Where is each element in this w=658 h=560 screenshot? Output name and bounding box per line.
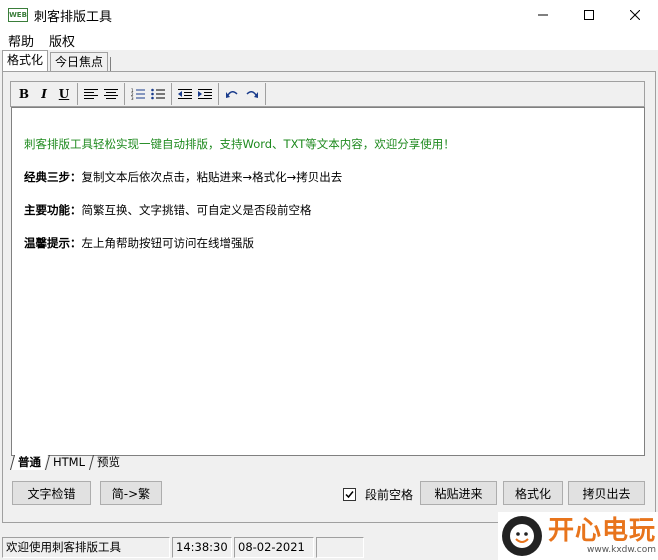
line-label: 温馨提示： [24, 236, 82, 250]
text-style-group: B I U [11, 83, 78, 105]
align-group [78, 83, 125, 105]
convert-trad-button[interactable]: 简->繁 [100, 481, 162, 505]
tab-preview-label: 预览 [97, 455, 121, 469]
spellcheck-button[interactable]: 文字检错 [12, 481, 91, 505]
tab-normal-label: 普通 [18, 455, 41, 469]
status-time: 14:38:30 [172, 537, 232, 558]
svg-text:3: 3 [131, 96, 134, 100]
underline-icon: U [58, 87, 70, 101]
italic-button[interactable]: I [34, 84, 54, 104]
tab-separator [110, 57, 112, 71]
tab-preview[interactable]: 预览 [89, 455, 128, 470]
history-group [219, 83, 266, 105]
bold-button[interactable]: B [14, 84, 34, 104]
underline-button[interactable]: U [54, 84, 74, 104]
close-icon [630, 10, 640, 20]
align-left-icon [84, 89, 98, 99]
minimize-button[interactable] [520, 0, 566, 30]
italic-icon: I [41, 87, 47, 101]
intro-text: 刺客排版工具轻松实现一键自动排版，支持Word、TXT等文本内容，欢迎分享使用！ [24, 137, 455, 151]
status-date: 08-02-2021 [234, 537, 314, 558]
indent-checkbox-label: 段前空格 [365, 488, 414, 502]
watermark-brand: 开心电玩 [548, 516, 657, 546]
align-center-icon [104, 89, 118, 99]
view-tabs: 普通 HTML 预览 [9, 455, 128, 471]
maximize-button[interactable] [566, 0, 612, 30]
status-empty [316, 537, 364, 558]
bold-icon: B [18, 87, 30, 101]
bullet-list-icon [151, 88, 165, 100]
indent-checkbox[interactable] [343, 488, 356, 501]
format-button[interactable]: 格式化 [503, 481, 563, 505]
tab-today-focus[interactable]: 今日焦点 [50, 52, 109, 71]
text-editor[interactable]: 刺客排版工具轻松实现一键自动排版，支持Word、TXT等文本内容，欢迎分享使用！… [11, 107, 645, 456]
indent-group [172, 83, 219, 105]
line-text: 简繁互换、文字挑错、可自定义是否段前空格 [81, 203, 312, 217]
tab-html-label: HTML [53, 455, 86, 469]
checkmark-icon [345, 491, 354, 499]
watermark: 开心电玩 www.kxdw.com [498, 512, 658, 560]
undo-icon [226, 91, 238, 98]
menu-bar: 帮助 版权 [0, 30, 658, 50]
tab-format[interactable]: 格式化 [2, 50, 49, 71]
gamepad-logo-icon [502, 516, 542, 556]
watermark-url: www.kxdw.com [587, 545, 657, 555]
editor-line: 经典三步：复制文本后依次点击，粘贴进来→格式化→拷贝出去 [24, 169, 342, 185]
indent-option[interactable]: 段前空格 [343, 486, 413, 503]
undo-button[interactable] [222, 84, 242, 104]
window-controls [520, 0, 658, 30]
line-label: 主要功能： [24, 203, 82, 217]
smiley-icon [510, 524, 534, 548]
numbered-list-icon: 123 [131, 88, 145, 100]
indent-button[interactable] [195, 84, 215, 104]
close-button[interactable] [612, 0, 658, 30]
maximize-icon [584, 10, 594, 20]
copy-out-button[interactable]: 拷贝出去 [568, 481, 645, 505]
paste-button[interactable]: 粘贴进来 [420, 481, 497, 505]
line-text: 左上角帮助按钮可访问在线增强版 [81, 236, 255, 250]
outdent-icon [178, 89, 192, 99]
indent-icon [198, 89, 212, 99]
line-text: 复制文本后依次点击，粘贴进来→格式化→拷贝出去 [81, 170, 343, 184]
minimize-icon [538, 14, 548, 16]
editor-line: 主要功能：简繁互换、文字挑错、可自定义是否段前空格 [24, 202, 312, 218]
editor-line: 温馨提示：左上角帮助按钮可访问在线增强版 [24, 235, 254, 251]
title-bar: WEB 刺客排版工具 [0, 0, 658, 30]
redo-button[interactable] [242, 84, 262, 104]
menu-copyright[interactable]: 版权 [41, 31, 82, 50]
line-label: 经典三步： [24, 170, 82, 184]
watermark-text: 开心电玩 www.kxdw.com [548, 517, 656, 555]
app-icon: WEB [8, 8, 28, 22]
editor-toolbar: B I U 123 [10, 81, 645, 107]
list-group: 123 [125, 83, 172, 105]
window-title: 刺客排版工具 [34, 9, 113, 25]
redo-icon [246, 91, 258, 98]
top-tabs: 格式化 今日焦点 [0, 50, 112, 71]
menu-help[interactable]: 帮助 [0, 31, 41, 50]
tab-normal[interactable]: 普通 [9, 455, 49, 470]
status-message: 欢迎使用刺客排版工具 [2, 537, 170, 558]
bullet-list-button[interactable] [148, 84, 168, 104]
align-center-button[interactable] [101, 84, 121, 104]
tab-html[interactable]: HTML [44, 455, 93, 470]
numbered-list-button[interactable]: 123 [128, 84, 148, 104]
align-left-button[interactable] [81, 84, 101, 104]
outdent-button[interactable] [175, 84, 195, 104]
